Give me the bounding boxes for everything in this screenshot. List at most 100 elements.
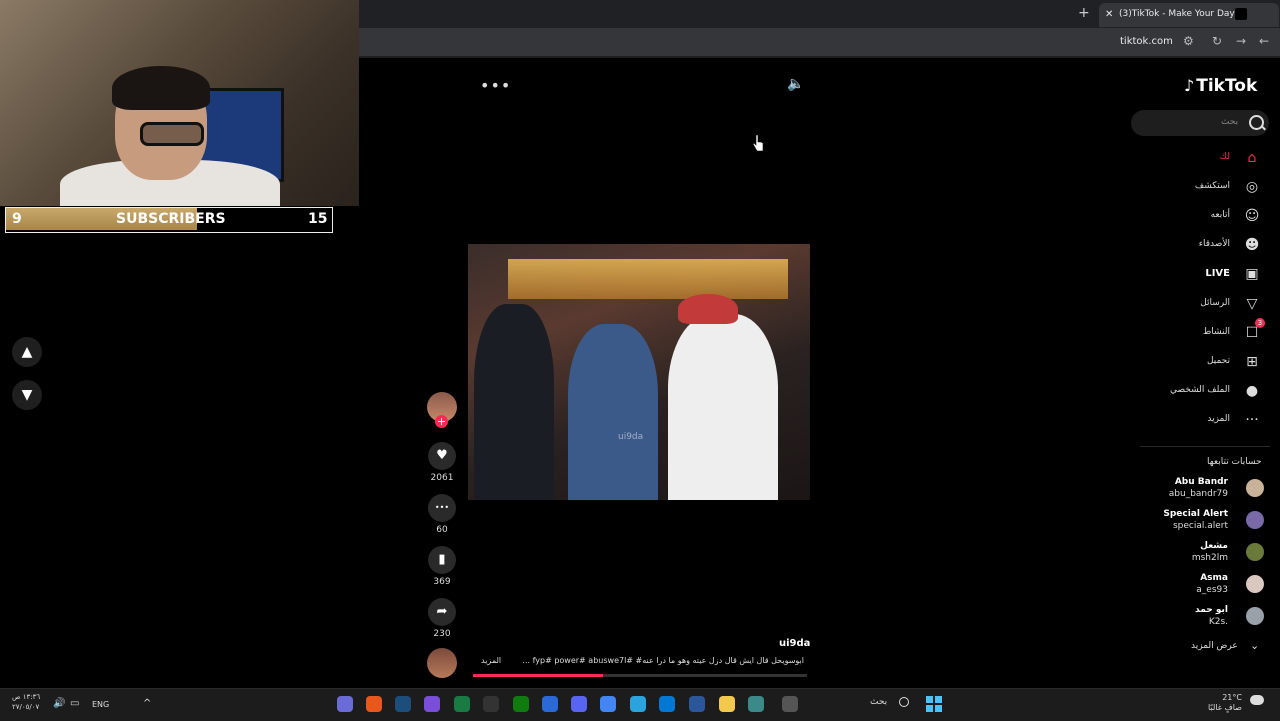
folder-icon[interactable] bbox=[719, 696, 735, 712]
following-icon: ☺ bbox=[1244, 208, 1260, 224]
clock-time: ١٣:٣٦ ص bbox=[12, 693, 41, 701]
more-icon: ··· bbox=[1245, 412, 1259, 428]
video-progress-fill bbox=[473, 674, 603, 677]
url-text[interactable]: tiktok.com bbox=[1120, 36, 1173, 47]
chrome-icon[interactable] bbox=[600, 696, 616, 712]
sidebar-item-activity[interactable]: النشاط ☐ 3 bbox=[1140, 318, 1270, 345]
account-name: Abu Bandr bbox=[1174, 477, 1228, 487]
new-tab-button[interactable]: + bbox=[1078, 5, 1090, 21]
chevron-down-icon[interactable]: ⌄ bbox=[1250, 639, 1259, 652]
steam-icon[interactable] bbox=[395, 696, 411, 712]
browser-icon[interactable] bbox=[366, 696, 382, 712]
clock[interactable]: ١٣:٣٦ ص ٢٧/٠٥/٠٧ bbox=[12, 692, 40, 712]
save-action: ▮ 369 bbox=[426, 546, 458, 587]
cat-app-icon[interactable] bbox=[782, 696, 798, 712]
telegram-icon[interactable] bbox=[630, 696, 646, 712]
save-count: 369 bbox=[433, 577, 451, 587]
video-more-options-icon[interactable]: ••• bbox=[480, 76, 511, 95]
following-account[interactable]: Special Alert special.alert bbox=[1140, 509, 1270, 539]
network-icon[interactable]: ▭ bbox=[70, 698, 79, 709]
sidebar-item-messages[interactable]: الرسائل ▽ bbox=[1140, 294, 1270, 316]
sound-avatar[interactable] bbox=[427, 648, 457, 678]
sidebar-item-friends[interactable]: الأصدقاء ☻ bbox=[1140, 235, 1270, 257]
next-video-button[interactable]: ▼ bbox=[12, 380, 42, 410]
sidebar-item-label: لك bbox=[1219, 152, 1230, 162]
video-frame[interactable]: ui9da bbox=[468, 244, 810, 500]
sidebar-item-home[interactable]: لك ⌂ bbox=[1140, 148, 1270, 170]
webcam-person-glasses bbox=[140, 122, 204, 146]
sidebar-item-label: الأصدقاء bbox=[1198, 239, 1230, 249]
video-stage-lights bbox=[508, 259, 788, 299]
like-icon[interactable]: ♥ bbox=[428, 442, 456, 470]
excel-icon[interactable] bbox=[454, 696, 470, 712]
tray-chevron-icon[interactable]: ^ bbox=[143, 698, 151, 709]
following-account[interactable]: مشعل msh2lm bbox=[1140, 541, 1270, 571]
sidebar-item-upload[interactable]: تحميل ⊞ bbox=[1140, 352, 1270, 374]
comment-icon[interactable]: ••• bbox=[428, 494, 456, 522]
windows-start-icon[interactable] bbox=[926, 696, 942, 712]
site-settings-icon[interactable]: ⚙ bbox=[1183, 34, 1194, 48]
see-more-link[interactable]: عرض المزيد bbox=[1191, 641, 1238, 651]
sidebar-item-live[interactable]: LIVE ▣ bbox=[1140, 264, 1270, 286]
search-icon[interactable] bbox=[1249, 115, 1264, 130]
account-avatar bbox=[1246, 543, 1264, 561]
close-tab-icon[interactable]: ✕ bbox=[1105, 9, 1113, 20]
tiktok-logo[interactable]: ♪ TikTok bbox=[1184, 76, 1257, 96]
following-account[interactable]: Asma a_es93 bbox=[1140, 573, 1270, 603]
sidebar-item-label: أتابعه bbox=[1210, 210, 1230, 220]
video-watermark: ui9da bbox=[618, 432, 644, 442]
previous-video-button[interactable]: ▲ bbox=[12, 337, 42, 367]
logo-text: TikTok bbox=[1196, 76, 1258, 96]
photos-icon[interactable] bbox=[542, 696, 558, 712]
tiktok-favicon-icon bbox=[1235, 8, 1247, 20]
weather-widget[interactable]: 21°C صافٍ غالبًا bbox=[1208, 693, 1242, 713]
share-icon[interactable]: ➦ bbox=[428, 598, 456, 626]
browser-tab[interactable]: ✕ (3)TikTok - Make Your Day bbox=[1099, 3, 1279, 27]
language-indicator[interactable]: ENG bbox=[92, 700, 109, 709]
discord-icon[interactable] bbox=[571, 696, 587, 712]
sidebar-item-profile[interactable]: الملف الشخصي ● bbox=[1140, 381, 1270, 403]
taskbar-search-icon[interactable] bbox=[899, 697, 909, 707]
account-avatar bbox=[1246, 607, 1264, 625]
account-name: Asma bbox=[1200, 573, 1228, 583]
account-handle: msh2lm bbox=[1191, 553, 1228, 563]
logitech-icon[interactable] bbox=[483, 696, 499, 712]
clock-date: ٢٧/٠٥/٠٧ bbox=[12, 703, 40, 711]
like-count: 2061 bbox=[430, 473, 454, 483]
following-accounts-title: حسابات تتابعها bbox=[1207, 457, 1262, 467]
taskbar-search-label[interactable]: بحث bbox=[870, 697, 887, 707]
video-person bbox=[568, 324, 658, 500]
sidebar-item-more[interactable]: المزيد ··· bbox=[1140, 410, 1270, 432]
store-icon[interactable] bbox=[659, 696, 675, 712]
speaker-icon[interactable]: 🔊 bbox=[53, 698, 65, 709]
caption-more-link[interactable]: المزيد bbox=[481, 656, 501, 665]
account-handle: abu_bandr79 bbox=[1168, 489, 1228, 499]
weather-cloud-icon bbox=[1250, 695, 1264, 705]
xbox-icon[interactable] bbox=[513, 696, 529, 712]
account-name: ابو حمد bbox=[1195, 605, 1228, 615]
volume-icon[interactable]: 🔈 bbox=[787, 76, 804, 92]
reload-icon[interactable]: ↻ bbox=[1212, 34, 1222, 48]
back-icon[interactable]: ← bbox=[1259, 34, 1269, 48]
word-icon[interactable] bbox=[689, 696, 705, 712]
live-icon: ▣ bbox=[1245, 266, 1259, 282]
bookmark-icon[interactable]: ▮ bbox=[428, 546, 456, 574]
follow-button[interactable]: + bbox=[435, 415, 448, 428]
app-icon[interactable] bbox=[337, 696, 353, 712]
subscriber-label: SUBSCRIBERS bbox=[116, 211, 226, 227]
share-count: 230 bbox=[433, 629, 451, 639]
game-icon[interactable] bbox=[424, 696, 440, 712]
following-account[interactable]: Abu Bandr abu_bandr79 bbox=[1140, 477, 1270, 507]
tab-title: (3)TikTok - Make Your Day bbox=[1119, 9, 1235, 19]
webcam-overlay bbox=[0, 0, 359, 206]
forward-icon[interactable]: → bbox=[1236, 34, 1246, 48]
sidebar-item-compass[interactable]: استكشف ◎ bbox=[1140, 177, 1270, 199]
account-avatar bbox=[1246, 511, 1264, 529]
sidebar-item-label: المزيد bbox=[1207, 414, 1230, 424]
author-name[interactable]: ui9da bbox=[779, 638, 810, 649]
account-handle: K2s. bbox=[1208, 617, 1228, 627]
tiktok-note-icon: ♪ bbox=[1184, 76, 1195, 95]
edge-icon[interactable] bbox=[748, 696, 764, 712]
sidebar-item-following[interactable]: أتابعه ☺ bbox=[1140, 206, 1270, 228]
following-account[interactable]: ابو حمد K2s. bbox=[1140, 605, 1270, 635]
